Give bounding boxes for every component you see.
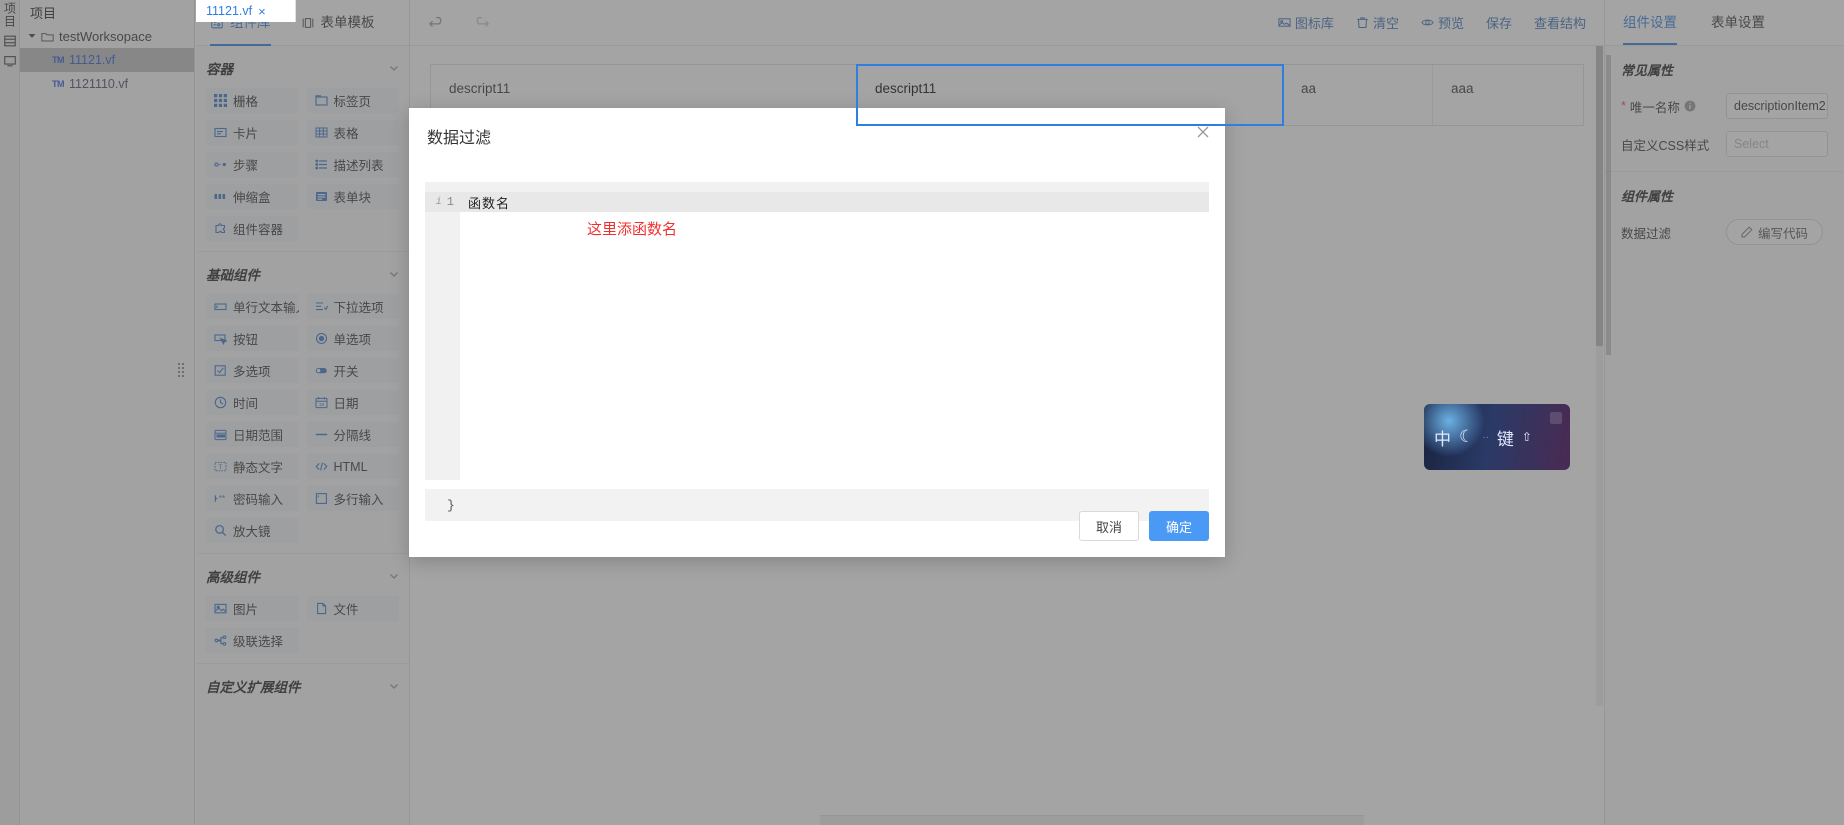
editor-line-1: i 1 函数名 [425, 192, 1209, 212]
annotation-text: 这里添函数名 [587, 221, 678, 238]
close-icon[interactable]: × [258, 4, 266, 19]
closing-brace: } [447, 497, 455, 513]
editor-body[interactable]: 这里添函数名 [425, 212, 1209, 480]
editor-gutter [425, 212, 460, 480]
app-root: 项目 项目 testWorksopace TM 11121.vf [0, 0, 1844, 825]
ime-glow-decoration [1424, 404, 1484, 456]
dialog-footer: 取消 确定 [1078, 511, 1209, 541]
ime-mode-label[interactable]: 中 [1434, 425, 1451, 450]
ime-floating-widget[interactable]: 中 ☾ ·· 键 ⇧ [1424, 404, 1570, 470]
close-icon[interactable] [1195, 124, 1211, 140]
cancel-button[interactable]: 取消 [1078, 511, 1139, 541]
shift-icon[interactable]: ⇧ [1522, 430, 1532, 444]
data-filter-dialog: 数据过滤 i 1 函数名 这里添函数名 } 取消 确定 [409, 108, 1225, 557]
editor-file-tab[interactable]: 11121.vf × [196, 0, 296, 22]
editor-code-line[interactable]: 函数名 [460, 193, 510, 212]
editor-line-number: 1 [446, 195, 454, 209]
desc-cell-selected[interactable]: descript11 [856, 64, 1284, 126]
editor-text-area[interactable]: 这里添函数名 [460, 212, 1209, 480]
editor-top-strip [425, 182, 1209, 192]
dialog-title: 数据过滤 [427, 130, 492, 147]
confirm-button[interactable]: 确定 [1148, 511, 1209, 541]
ime-key-label[interactable]: 键 [1497, 425, 1514, 450]
ime-badge[interactable] [1550, 412, 1562, 424]
ime-separator: ·· [1482, 431, 1489, 443]
fold-marker-icon[interactable]: i [436, 197, 442, 208]
moon-icon[interactable]: ☾ [1459, 427, 1474, 447]
code-editor[interactable]: i 1 函数名 这里添函数名 [425, 182, 1209, 480]
editor-file-tab-label: 11121.vf [206, 4, 253, 18]
editor-gutter-cell: i 1 [425, 195, 460, 209]
